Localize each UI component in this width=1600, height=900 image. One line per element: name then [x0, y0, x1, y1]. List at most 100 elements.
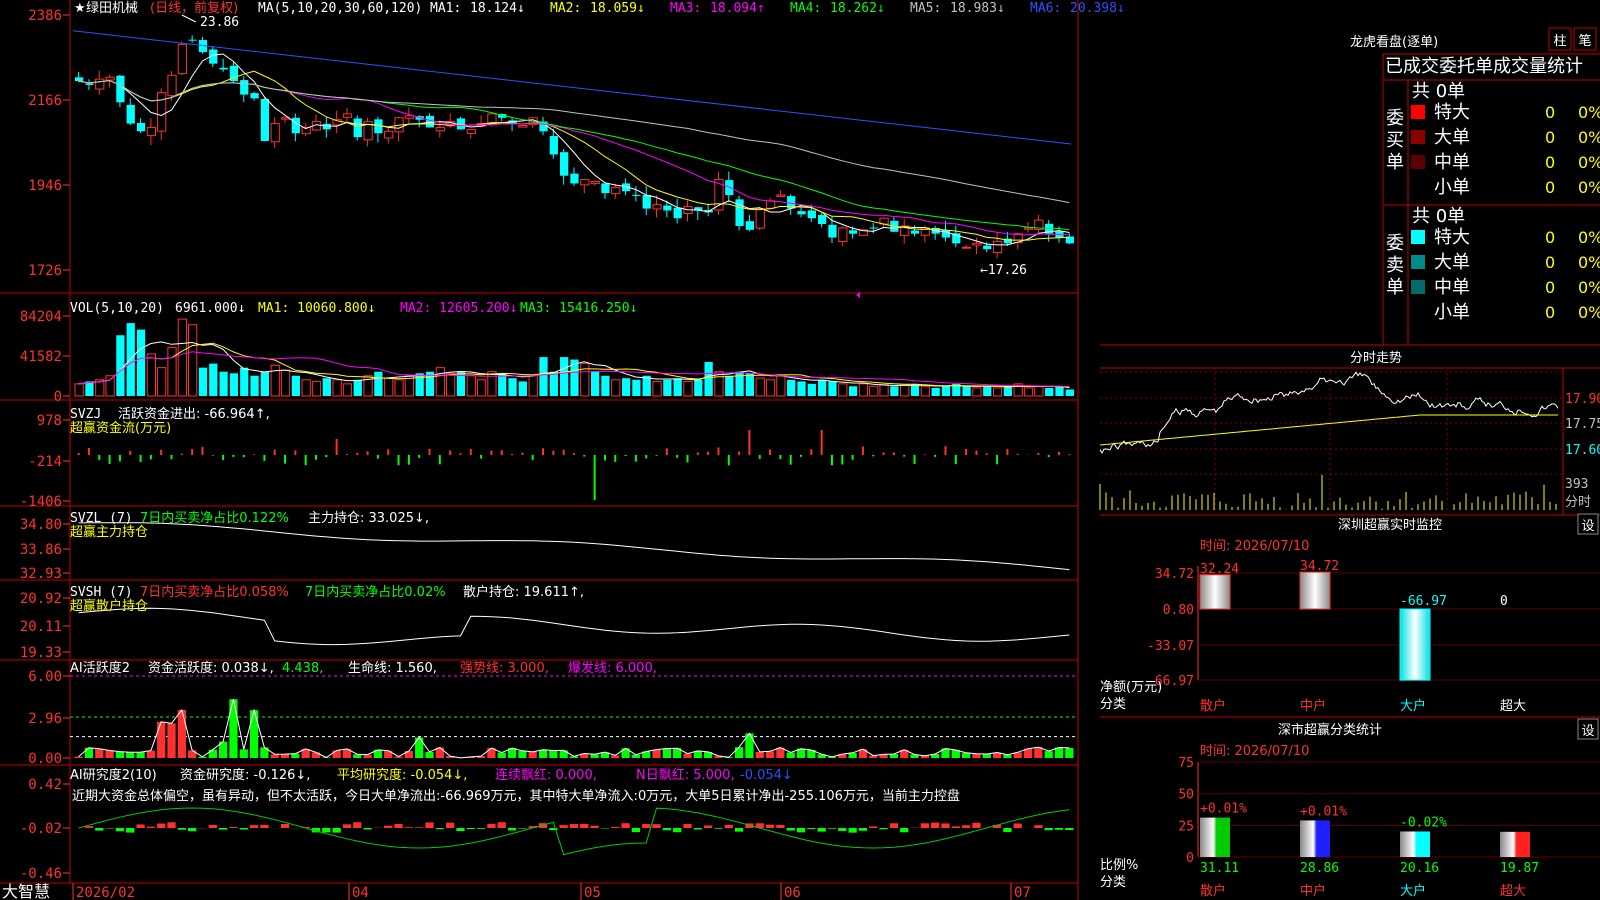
activity-bar — [188, 750, 197, 758]
date-label: 06 — [784, 885, 801, 900]
buy-side-label: 单 — [1386, 152, 1404, 173]
activity-bar — [590, 754, 599, 758]
fenshi-price-2: 17.75 — [1565, 417, 1600, 432]
buy-color-swatch — [1411, 130, 1425, 144]
ai1-axis-label: 2.96 — [28, 711, 62, 727]
volume-bar — [807, 383, 816, 396]
fenlei-bar-2 — [1400, 831, 1430, 857]
logo: 大智慧 — [2, 882, 50, 900]
research-bar — [951, 826, 960, 828]
volume-bar — [818, 379, 827, 396]
candle-body — [549, 136, 558, 155]
research-bar — [1034, 825, 1043, 828]
volume-bar — [611, 379, 621, 397]
research-bar — [1044, 828, 1053, 831]
volume-bar — [528, 375, 538, 397]
candle-body — [342, 113, 353, 118]
volume-bar — [972, 387, 982, 397]
fenlei-axis-label: 0 — [1186, 851, 1194, 866]
candle-body — [157, 92, 167, 132]
vol-ma3: MA3: 15416.250↓ — [520, 301, 637, 316]
activity-bar — [74, 756, 83, 758]
volume-bar — [787, 379, 796, 396]
candle-body — [807, 210, 816, 219]
volume-bar — [869, 385, 879, 397]
candle-body — [260, 98, 270, 141]
research-bar — [476, 828, 486, 829]
activity-bar — [972, 753, 981, 758]
volume-bar — [105, 375, 115, 397]
btn-bi-label: 笔 — [1578, 33, 1591, 49]
candle-body — [642, 195, 651, 209]
volume-bar — [157, 367, 167, 397]
research-bar — [858, 828, 868, 831]
monitor-axis-label: 34.72 — [1155, 567, 1194, 582]
fenlei-ylabel2: 分类 — [1100, 875, 1126, 890]
price-axis-label: 1946 — [28, 178, 62, 194]
volume-bar — [240, 367, 249, 396]
activity-bar — [538, 749, 548, 758]
volume-bar — [1034, 385, 1044, 397]
activity-bar — [115, 751, 125, 758]
ma-value-2: 18.059↓ — [590, 1, 645, 16]
ma-value-3: 18.094↑ — [710, 1, 765, 16]
volume-bar — [745, 373, 755, 396]
candle-body — [456, 118, 466, 130]
price-axis-label: 2386 — [28, 8, 62, 24]
activity-bar — [1065, 747, 1074, 758]
activity-bar — [291, 753, 300, 758]
candle-body — [776, 194, 786, 197]
research-bar — [1003, 828, 1012, 833]
svsh-axis-label: 19.33 — [20, 645, 62, 661]
candle-body — [818, 215, 827, 225]
svzj-text: 活跃资金进出: -66.964↑, — [118, 406, 270, 422]
sell-row-label: 特大 — [1434, 227, 1470, 248]
research-bar — [796, 828, 806, 833]
activity-bar — [157, 721, 166, 758]
longhu-heading: 已成交委托单成交量统计 — [1385, 56, 1583, 77]
vol-axis-label: 0 — [54, 389, 62, 405]
sell-row-pct: 0% — [1578, 228, 1600, 247]
candle-body — [136, 122, 146, 132]
fenlei-bar-3 — [1500, 831, 1530, 857]
candle-body — [652, 204, 662, 210]
stock-chart[interactable]: 23.86 ←17.26 2386 2166 1946 1726 ★ 绿田机械 (日线，前复权)… — [0, 0, 1600, 900]
candle-body — [177, 43, 187, 75]
research-bar — [404, 827, 413, 828]
research-bar — [807, 828, 816, 830]
buy-row-pct: 0% — [1578, 103, 1600, 122]
low-mark-label: ←17.26 — [980, 263, 1027, 278]
ai2-label: AI研究度2(10) — [70, 767, 157, 783]
research-bar — [1054, 828, 1064, 830]
buy-row-count: 0 — [1545, 103, 1555, 122]
ma-key-6: MA6: — [1030, 1, 1061, 16]
research-bar — [683, 823, 692, 828]
vol-value: 6961.000↓ — [175, 301, 245, 316]
ai1-t3: 生命线: 1.560, — [348, 660, 437, 676]
longhu-title: 龙虎看盘(逐单) — [1350, 34, 1438, 50]
monitor-value-label: 34.72 — [1300, 559, 1339, 574]
activity-bar — [95, 748, 104, 758]
ai2-t3: 连续飘红: 0.000, — [495, 767, 597, 783]
activity-bar — [425, 751, 434, 758]
research-bar — [962, 825, 971, 828]
volume-bar — [260, 371, 270, 396]
fenlei-value-label: 28.86 — [1300, 861, 1339, 876]
research-bar — [425, 822, 434, 828]
ma-label: MA(5,10,20,30,60,120) — [258, 1, 422, 16]
activity-bar — [786, 752, 795, 758]
research-bar — [889, 823, 899, 828]
buy-row-label: 中单 — [1434, 152, 1470, 173]
research-bar — [218, 828, 228, 830]
candle-body — [116, 75, 125, 103]
research-bar — [1065, 828, 1074, 830]
candle-body — [663, 205, 672, 211]
ai1-label: AI活跃度2 — [70, 660, 130, 676]
volume-bar — [508, 378, 517, 396]
ai2-t1: 资金研究度: -0.126↓, — [180, 767, 310, 783]
high-mark-label: 23.86 — [200, 15, 239, 30]
activity-bar — [353, 754, 362, 758]
monitor-cat-label: 超大 — [1500, 699, 1526, 714]
btn-zhu-label: 柱 — [1553, 34, 1566, 49]
volume-bar — [332, 379, 342, 397]
